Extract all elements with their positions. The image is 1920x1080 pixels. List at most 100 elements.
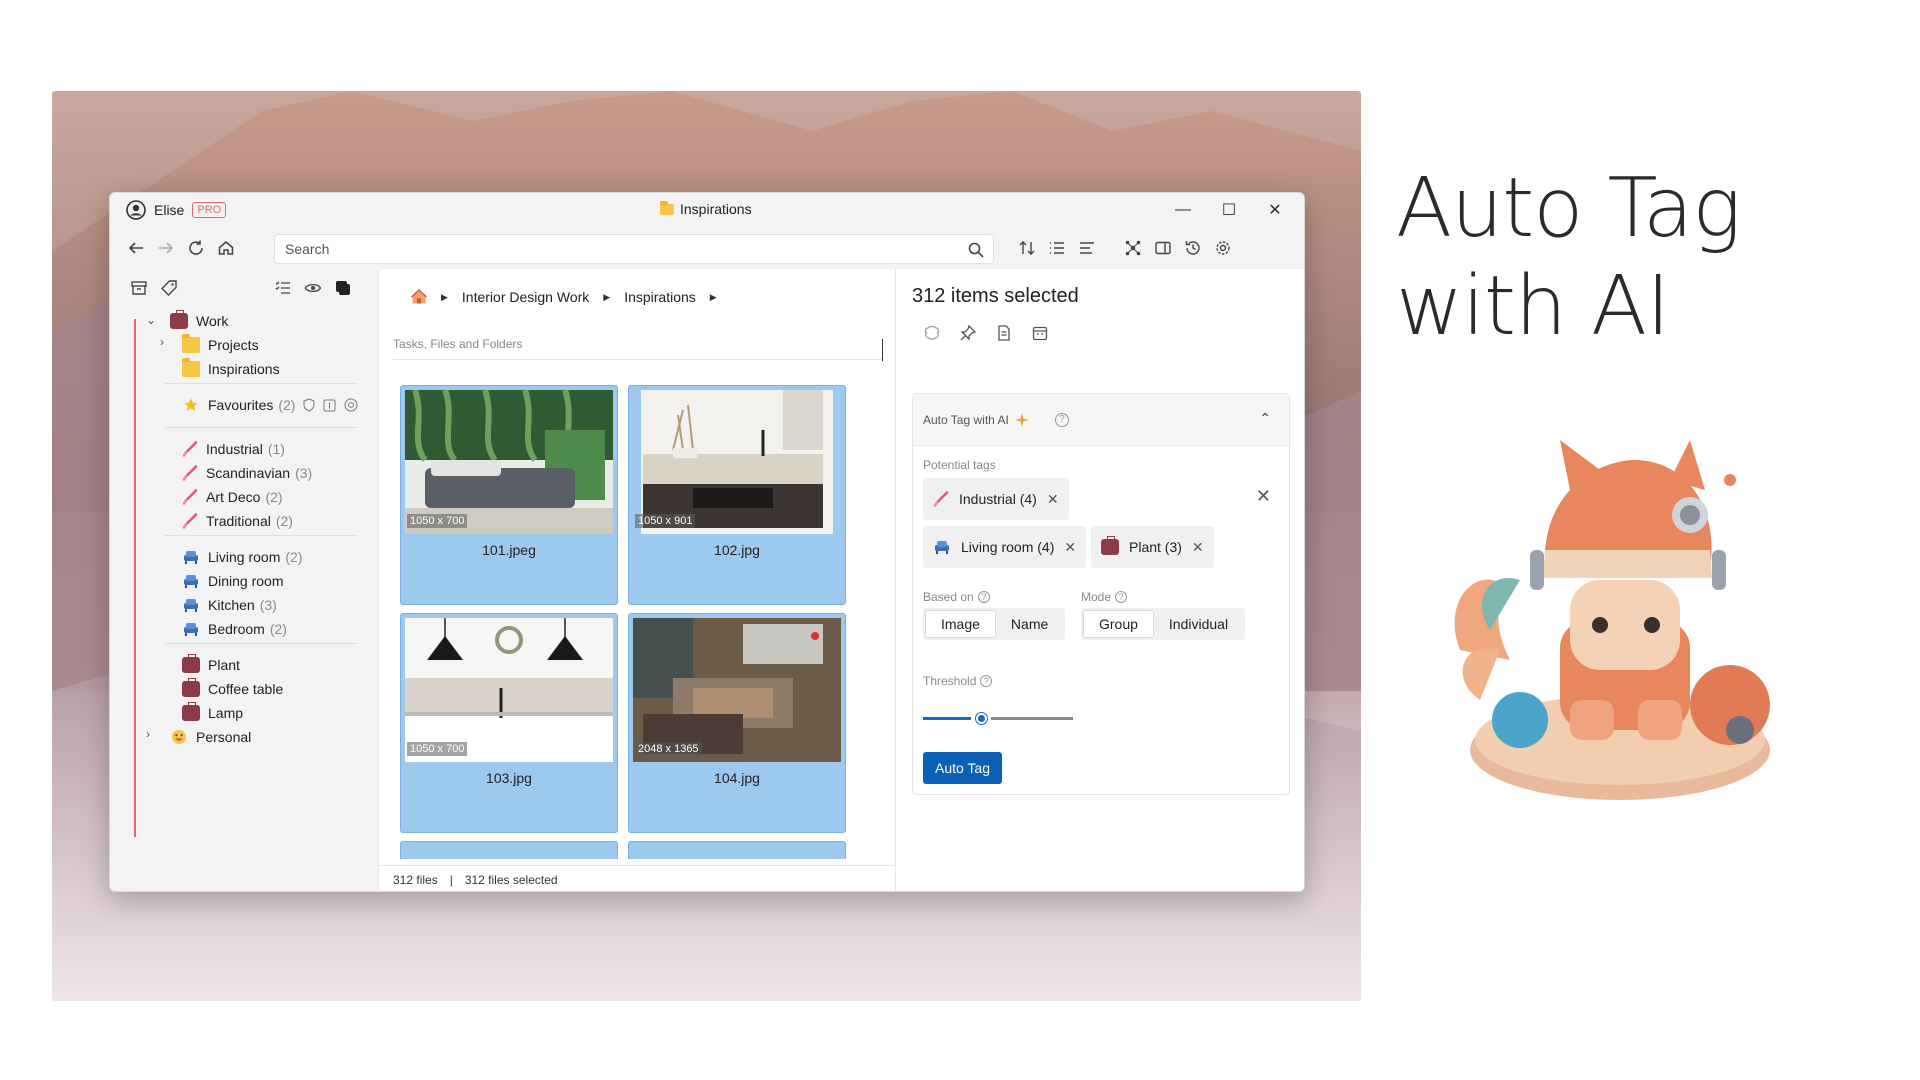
chevron-right-icon[interactable]: › bbox=[146, 727, 160, 741]
help-icon[interactable]: ? bbox=[980, 675, 993, 687]
remove-tag-icon[interactable]: ✕ bbox=[1047, 491, 1059, 508]
auto-tag-header[interactable]: Auto Tag with AI ? ⌃ bbox=[913, 394, 1289, 446]
chevron-right-icon[interactable]: › bbox=[160, 335, 174, 349]
tree-item-industrial[interactable]: Industrial (1) bbox=[182, 437, 285, 461]
stack-button[interactable] bbox=[332, 277, 354, 299]
pin-button[interactable] bbox=[958, 323, 978, 343]
file-tile[interactable]: 1050 x 901 102.jpg bbox=[628, 385, 846, 605]
list-view-button[interactable] bbox=[1044, 236, 1070, 260]
tree-item-dining-room[interactable]: Dining room bbox=[182, 569, 283, 593]
tree-item-lamp[interactable]: Lamp bbox=[182, 701, 243, 725]
threshold-slider[interactable] bbox=[923, 712, 1073, 726]
refresh-button[interactable] bbox=[182, 235, 210, 261]
chevron-up-icon[interactable]: ⌃ bbox=[1259, 410, 1271, 427]
tree-item-kitchen[interactable]: Kitchen (3) bbox=[182, 593, 277, 617]
file-tile[interactable]: 1050 x 700 103.jpg bbox=[400, 613, 618, 833]
search-box bbox=[274, 234, 994, 264]
back-button[interactable] bbox=[122, 235, 150, 261]
tree-item-favourites[interactable]: Favourites (2) bbox=[182, 393, 358, 417]
tree-item-art-deco[interactable]: Art Deco (2) bbox=[182, 485, 283, 509]
maximize-button[interactable]: ☐ bbox=[1206, 193, 1252, 227]
align-button[interactable] bbox=[1074, 236, 1100, 260]
tag-chip-label: Plant (3) bbox=[1129, 539, 1182, 555]
status-bar: 312 files | 312 files selected bbox=[379, 865, 895, 891]
tree-item-inspirations[interactable]: Inspirations bbox=[182, 357, 280, 381]
auto-tag-title: Auto Tag with AI bbox=[923, 412, 1009, 427]
mode-individual-button[interactable]: Individual bbox=[1154, 610, 1243, 638]
based-on-image-button[interactable]: Image bbox=[925, 610, 996, 638]
breadcrumb-item[interactable]: Inspirations bbox=[624, 289, 696, 305]
user-account[interactable]: Elise PRO bbox=[126, 200, 227, 220]
breadcrumb-item[interactable]: Interior Design Work bbox=[462, 289, 589, 305]
help-icon[interactable]: ? bbox=[1054, 412, 1069, 427]
tree-item-label: Industrial bbox=[206, 441, 263, 457]
armchair-icon bbox=[184, 599, 198, 612]
search-input[interactable] bbox=[285, 241, 945, 257]
briefcase-icon bbox=[182, 702, 200, 721]
tag-chip[interactable]: Industrial (4) ✕ bbox=[923, 478, 1069, 520]
tag-icon bbox=[161, 280, 177, 296]
tree-item-plant[interactable]: Plant bbox=[182, 653, 240, 677]
history-button[interactable] bbox=[1180, 236, 1206, 260]
document-button[interactable] bbox=[994, 323, 1014, 343]
file-name: 101.jpeg bbox=[482, 542, 536, 558]
paintbrush-icon bbox=[182, 441, 198, 457]
calendar-icon bbox=[1032, 326, 1048, 341]
tree-item-personal[interactable]: Personal bbox=[170, 725, 251, 749]
tags-button[interactable] bbox=[158, 277, 180, 299]
auto-tag-button[interactable]: Auto Tag bbox=[923, 752, 1003, 784]
tree-item-living-room[interactable]: Living room (2) bbox=[182, 545, 303, 569]
nodes-button[interactable] bbox=[1120, 236, 1146, 260]
settings-button[interactable] bbox=[1210, 236, 1236, 260]
tag-chip[interactable]: Living room (4) ✕ bbox=[923, 526, 1087, 568]
remove-tag-icon[interactable]: ✕ bbox=[1064, 539, 1076, 556]
tree-item-count: (2) bbox=[265, 489, 283, 505]
tree-item-projects[interactable]: Projects bbox=[182, 333, 259, 357]
based-on-name-button[interactable]: Name bbox=[996, 610, 1063, 638]
tag-chip-label: Living room (4) bbox=[961, 539, 1055, 555]
file-tile[interactable]: 1050 x 700 101.jpeg bbox=[400, 385, 618, 605]
slider-thumb[interactable] bbox=[976, 713, 987, 724]
breadcrumb-separator-icon[interactable]: ▶ bbox=[710, 292, 717, 303]
paintbrush-icon bbox=[182, 465, 198, 481]
tree-item-traditional[interactable]: Traditional (2) bbox=[182, 509, 293, 533]
help-icon[interactable]: ? bbox=[1115, 591, 1128, 603]
tree-item-label: Living room bbox=[208, 549, 281, 565]
archive-button[interactable] bbox=[128, 277, 150, 299]
text-cursor bbox=[882, 339, 883, 361]
search-icon[interactable] bbox=[967, 241, 985, 259]
panel-actions bbox=[922, 323, 1050, 343]
file-tile[interactable] bbox=[628, 841, 846, 859]
chevron-down-icon[interactable]: ⌄ bbox=[146, 313, 160, 327]
home-button[interactable] bbox=[212, 235, 240, 261]
checklist-icon bbox=[275, 281, 290, 294]
remove-tag-icon[interactable]: ✕ bbox=[1192, 539, 1204, 556]
tree-item-bedroom[interactable]: Bedroom (2) bbox=[182, 617, 287, 641]
slider-track bbox=[991, 717, 1073, 720]
mode-group-button[interactable]: Group bbox=[1083, 610, 1154, 638]
visibility-button[interactable] bbox=[302, 277, 324, 299]
ai-brain-button[interactable] bbox=[922, 323, 942, 343]
panel-toggle-button[interactable] bbox=[1150, 236, 1176, 260]
tree-item-coffee-table[interactable]: Coffee table bbox=[182, 677, 283, 701]
tree-item-scandinavian[interactable]: Scandinavian (3) bbox=[182, 461, 312, 485]
sort-button[interactable] bbox=[1014, 236, 1040, 260]
close-window-button[interactable]: ✕ bbox=[1252, 193, 1298, 227]
help-icon[interactable]: ? bbox=[977, 591, 990, 603]
home-icon[interactable] bbox=[411, 289, 427, 305]
tag-chip[interactable]: Plant (3) ✕ bbox=[1091, 526, 1214, 568]
tag-chip-label: Industrial (4) bbox=[959, 491, 1037, 507]
tree-item-count: (2) bbox=[275, 513, 293, 529]
file-name: 102.jpg bbox=[714, 542, 760, 558]
file-tile[interactable]: 2048 x 1365 104.jpg bbox=[628, 613, 846, 833]
forward-button[interactable] bbox=[152, 235, 180, 261]
file-tile[interactable] bbox=[400, 841, 618, 859]
tasks-button[interactable] bbox=[272, 277, 294, 299]
robot-mascot-illustration bbox=[1454, 440, 1770, 800]
tree-item-work[interactable]: Work bbox=[170, 309, 228, 333]
clear-tags-icon[interactable]: ✕ bbox=[1256, 486, 1271, 507]
minimize-button[interactable]: — bbox=[1160, 193, 1206, 227]
headline: Auto Tag with AI bbox=[1396, 160, 1741, 356]
calendar-button[interactable] bbox=[1030, 323, 1050, 343]
threshold-label: Threshold ? bbox=[923, 674, 993, 688]
